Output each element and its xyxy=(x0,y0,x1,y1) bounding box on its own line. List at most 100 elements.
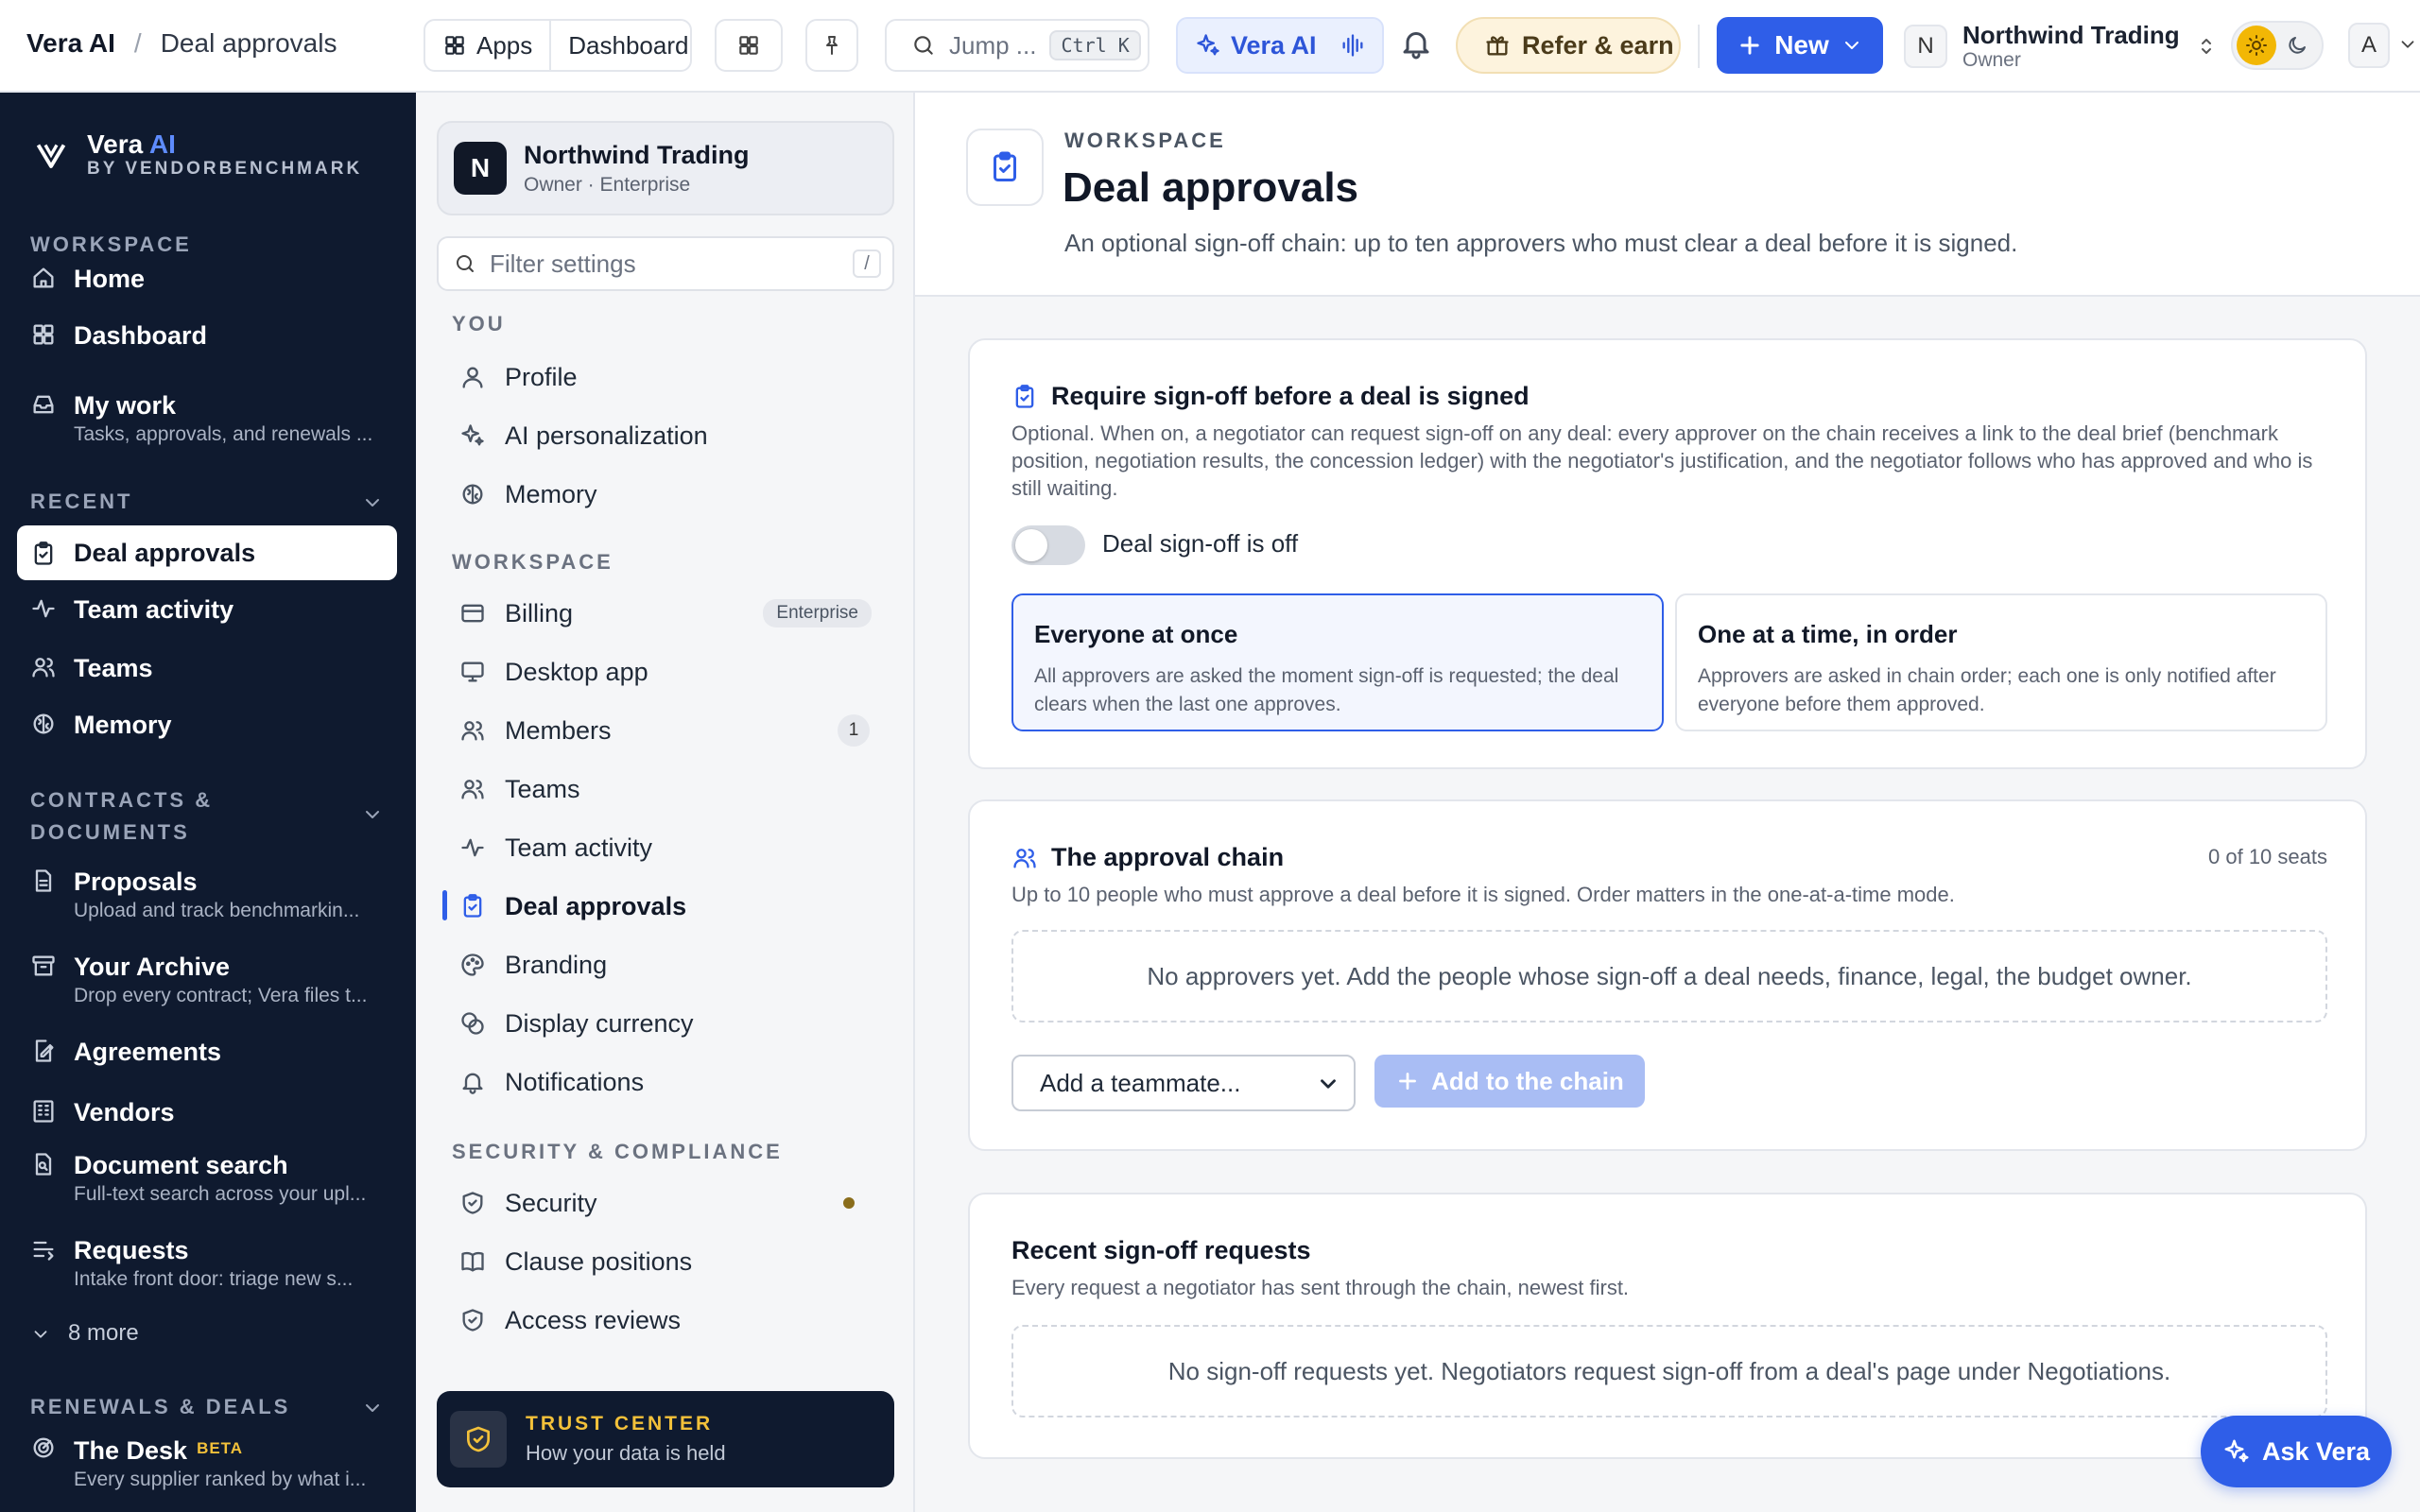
nav-item-requests[interactable]: Requests Intake front door: triage new s… xyxy=(17,1234,397,1293)
breadcrumb: Vera AI / Deal approvals xyxy=(26,28,337,59)
archive-icon xyxy=(32,955,55,976)
nav-item-proposals[interactable]: Proposals Upload and track benchmarkin..… xyxy=(17,866,397,924)
chain-empty-state: No approvers yet. Add the people whose s… xyxy=(1011,930,2327,1022)
settings-section-security: SECURITY & COMPLIANCE xyxy=(452,1140,783,1163)
top-bar: Vera AI / Deal approvals Apps Dashboard … xyxy=(0,0,2420,93)
option-one-at-a-time[interactable]: One at a time, in order Approvers are as… xyxy=(1675,593,2327,731)
contracts-chevron-icon[interactable] xyxy=(361,803,384,826)
nav-item-team-activity[interactable]: Team activity xyxy=(17,593,397,626)
breadcrumb-app[interactable]: Vera AI xyxy=(26,28,115,59)
settings-item-access-reviews[interactable]: Access reviews xyxy=(459,1297,894,1344)
chain-seat-count: 0 of 10 seats xyxy=(2208,845,2327,868)
recent-chevron-icon[interactable] xyxy=(361,491,384,514)
breadcrumb-page: Deal approvals xyxy=(160,28,337,58)
settings-item-clause-positions[interactable]: Clause positions xyxy=(459,1238,894,1285)
org-card[interactable]: N Northwind Trading Owner · Enterprise xyxy=(437,121,894,215)
clipboard-check-icon xyxy=(34,541,53,565)
add-to-chain-button[interactable]: Add to the chain xyxy=(1374,1055,1645,1108)
nav-item-home[interactable]: Home xyxy=(17,263,397,295)
list-filter-icon xyxy=(33,1241,54,1261)
activity-icon xyxy=(32,599,55,618)
voice-wave-icon[interactable] xyxy=(1340,32,1366,59)
settings-team-activity-label: Team activity xyxy=(505,833,653,862)
users-icon xyxy=(32,658,55,678)
nav-item-more[interactable]: 8 more xyxy=(17,1317,397,1349)
option-everyone-at-once[interactable]: Everyone at once All approvers are asked… xyxy=(1011,593,1664,731)
nav-item-the-desk[interactable]: The Desk BETA Every supplier ranked by wh… xyxy=(17,1433,397,1493)
apps-label: Apps xyxy=(476,30,533,60)
settings-item-billing[interactable]: Billing Enterprise xyxy=(459,590,894,637)
pin-button[interactable] xyxy=(805,19,858,72)
chevron-down-icon xyxy=(1321,1079,1336,1089)
trust-center-card[interactable]: TRUST CENTER How your data is held xyxy=(437,1391,894,1487)
settings-item-display-currency[interactable]: Display currency xyxy=(459,1000,894,1047)
nav-item-teams[interactable]: Teams xyxy=(17,652,397,684)
target-icon xyxy=(33,1437,54,1458)
nav-archive-desc: Drop every contract; Vera files t... xyxy=(74,985,368,1006)
nav-agreements-label: Agreements xyxy=(74,1038,222,1066)
layout-button[interactable] xyxy=(715,19,783,72)
trust-shield-icon xyxy=(450,1411,507,1468)
user-avatar[interactable]: A xyxy=(2348,23,2390,68)
nav-item-archive[interactable]: Your Archive Drop every contract; Vera f… xyxy=(17,951,397,1009)
sparkles-icon xyxy=(2224,1439,2249,1463)
settings-item-profile[interactable]: Profile xyxy=(459,353,894,401)
org-card-name: Northwind Trading xyxy=(524,140,750,169)
nav-my-work-label: My work xyxy=(74,391,177,420)
ask-vera-button[interactable]: Ask Vera xyxy=(2201,1416,2392,1487)
apps-button[interactable]: Apps xyxy=(425,21,549,70)
brand-logo[interactable]: Vera AI BY VENDORBENCHMARK xyxy=(34,130,362,180)
signoff-toggle[interactable] xyxy=(1011,525,1085,565)
primary-sidebar: Vera AI BY VENDORBENCHMARK WORKSPACE Hom… xyxy=(0,93,416,1512)
nav-the-desk-label: The Desk xyxy=(74,1436,188,1465)
nav-memory-label: Memory xyxy=(74,711,172,739)
members-count-badge: 1 xyxy=(838,714,870,747)
settings-item-team-activity[interactable]: Team activity xyxy=(459,824,894,871)
nav-section-contracts: CONTRACTS & DOCUMENTS xyxy=(30,784,213,849)
settings-display-currency-label: Display currency xyxy=(505,1008,694,1038)
org-switcher[interactable]: N Northwind Trading Owner xyxy=(1904,17,2218,76)
bell-icon xyxy=(462,1073,483,1094)
search-box[interactable]: Jump ... Ctrl K xyxy=(885,19,1150,72)
user-chevron-down-icon[interactable] xyxy=(2397,34,2418,55)
renewals-chevron-icon[interactable] xyxy=(361,1397,384,1419)
refer-earn-button[interactable]: Refer & earn xyxy=(1456,17,1681,74)
settings-item-memory[interactable]: Memory xyxy=(459,471,894,518)
option-parallel-title: Everyone at once xyxy=(1034,620,1238,648)
signoff-toggle-label: Deal sign-off is off xyxy=(1102,529,1299,558)
approval-chain-card: The approval chain 0 of 10 seats Up to 1… xyxy=(968,799,2367,1151)
settings-item-teams[interactable]: Teams xyxy=(459,765,894,813)
bell-icon[interactable] xyxy=(1399,26,1433,60)
filter-settings-input[interactable]: Filter settings / xyxy=(437,236,894,291)
nav-item-agreements[interactable]: Agreements xyxy=(17,1036,397,1068)
settings-teams-label: Teams xyxy=(505,774,580,803)
sun-icon[interactable] xyxy=(2237,26,2276,65)
coins-icon xyxy=(461,1012,484,1035)
settings-item-members[interactable]: Members 1 xyxy=(459,707,894,754)
page-subtitle: An optional sign-off chain: up to ten ap… xyxy=(1064,229,2018,257)
nav-item-deal-approvals[interactable]: Deal approvals xyxy=(17,525,397,580)
nav-item-memory[interactable]: Memory xyxy=(17,709,397,741)
settings-item-deal-approvals[interactable]: Deal approvals xyxy=(459,883,894,930)
dashboard-button[interactable]: Dashboard xyxy=(549,21,705,70)
brain-icon xyxy=(462,484,483,505)
settings-item-ai-personalization[interactable]: AI personalization xyxy=(459,412,894,459)
new-button[interactable]: New xyxy=(1717,17,1883,74)
nav-section-contracts-line2: DOCUMENTS xyxy=(30,820,190,844)
nav-item-document-search[interactable]: Document search Full-text search across … xyxy=(17,1149,397,1208)
settings-item-notifications[interactable]: Notifications xyxy=(459,1058,894,1106)
clipboard-check-icon xyxy=(1015,384,1034,408)
nav-item-vendors[interactable]: Vendors xyxy=(17,1096,397,1128)
moon-icon[interactable] xyxy=(2286,34,2308,57)
nav-item-my-work[interactable]: My work Tasks, approvals, and renewals .… xyxy=(17,389,397,448)
activity-icon xyxy=(461,838,484,857)
teammate-select[interactable]: Add a teammate... xyxy=(1011,1055,1356,1111)
settings-item-security[interactable]: Security xyxy=(459,1179,894,1227)
settings-item-desktop-app[interactable]: Desktop app xyxy=(459,648,894,696)
dashboard-icon xyxy=(33,324,54,345)
theme-toggle[interactable] xyxy=(2231,21,2324,70)
settings-item-branding[interactable]: Branding xyxy=(459,941,894,988)
vera-ai-button[interactable]: Vera AI xyxy=(1176,17,1384,74)
users-icon xyxy=(461,721,484,741)
nav-item-dashboard[interactable]: Dashboard xyxy=(17,319,397,352)
